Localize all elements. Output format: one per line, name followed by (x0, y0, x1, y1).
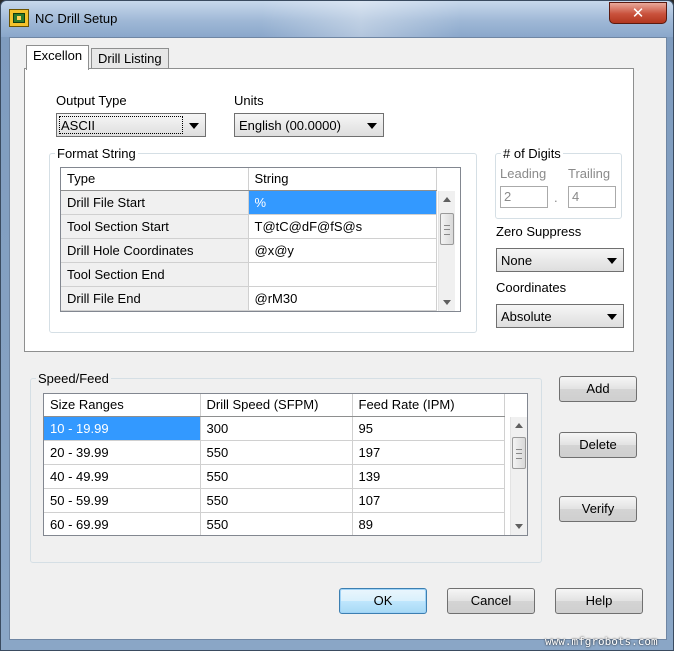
zero-suppress-select[interactable]: None (496, 248, 624, 272)
output-type-label: Output Type (56, 93, 127, 108)
format-grid-scrollbar[interactable] (438, 191, 455, 311)
row-string[interactable] (248, 262, 437, 287)
units-select[interactable]: English (00.0000) (234, 113, 384, 137)
table-row[interactable]: Tool Section End (61, 262, 437, 287)
add-button[interactable]: Add (559, 376, 637, 402)
zero-suppress-label: Zero Suppress (496, 224, 582, 239)
close-button[interactable]: ✕ (609, 2, 667, 24)
cell-speed[interactable]: 300 (200, 416, 353, 441)
chevron-down-icon (367, 123, 377, 129)
column-header-drill-speed[interactable]: Drill Speed (SFPM) (200, 394, 353, 417)
leading-label: Leading (500, 166, 547, 181)
format-string-title: Format String (55, 146, 138, 161)
cell-speed[interactable]: 550 (200, 440, 353, 465)
watermark-text: www.mfgrobots.com (545, 635, 658, 648)
coordinates-value: Absolute (501, 309, 552, 324)
scroll-up-icon[interactable] (515, 423, 523, 428)
scroll-thumb[interactable] (440, 213, 454, 245)
units-value: English (00.0000) (239, 118, 341, 133)
zero-suppress-value: None (501, 253, 533, 268)
digits-title: # of Digits (501, 146, 563, 161)
row-type[interactable]: Drill File Start (61, 190, 249, 215)
chevron-down-icon (607, 314, 617, 320)
chevron-down-icon (189, 123, 199, 129)
window-title: NC Drill Setup (35, 11, 118, 26)
dialog-window: NC Drill Setup ✕ Excellon Drill Listing … (0, 0, 674, 651)
table-row[interactable]: Drill Hole Coordinates @x@y (61, 238, 437, 263)
cell-size[interactable]: 50 - 59.99 (44, 488, 201, 513)
scroll-thumb[interactable] (512, 437, 526, 469)
coordinates-select[interactable]: Absolute (496, 304, 624, 328)
column-header-size-ranges[interactable]: Size Ranges (44, 394, 201, 417)
table-row[interactable]: 10 - 19.99 300 95 (44, 416, 505, 441)
ok-button[interactable]: OK (339, 588, 427, 614)
cell-feed[interactable]: 95 (352, 416, 505, 441)
scroll-down-icon[interactable] (443, 300, 451, 305)
chevron-down-icon (607, 258, 617, 264)
units-label: Units (234, 93, 264, 108)
table-row[interactable]: 20 - 39.99 550 197 (44, 440, 505, 465)
row-string[interactable]: @rM30 (248, 286, 437, 311)
scroll-down-icon[interactable] (515, 524, 523, 529)
title-bar[interactable]: NC Drill Setup ✕ (1, 1, 673, 37)
excellon-panel: Output Type ASCII Units English (00.0000… (24, 68, 634, 352)
cell-feed[interactable]: 139 (352, 464, 505, 489)
column-header-feed-rate[interactable]: Feed Rate (IPM) (352, 394, 505, 417)
table-row[interactable]: 40 - 49.99 550 139 (44, 464, 505, 489)
table-row[interactable]: Tool Section Start T@tC@dF@fS@s (61, 214, 437, 239)
row-string[interactable]: @x@y (248, 238, 437, 263)
app-chip-icon (9, 9, 29, 27)
cell-feed[interactable]: 107 (352, 488, 505, 513)
format-string-grid[interactable]: Type String Drill File Start % Tool Sect… (60, 167, 461, 312)
verify-button[interactable]: Verify (559, 496, 637, 522)
row-type[interactable]: Tool Section Start (61, 214, 249, 239)
output-type-select[interactable]: ASCII (56, 113, 206, 137)
cell-speed[interactable]: 550 (200, 512, 353, 535)
coordinates-label: Coordinates (496, 280, 567, 295)
row-string[interactable]: % (248, 190, 437, 215)
table-row[interactable]: Drill File End @rM30 (61, 286, 437, 311)
dialog-body: Excellon Drill Listing Output Type ASCII… (9, 37, 667, 640)
table-row[interactable]: Drill File Start % (61, 190, 437, 215)
cell-size[interactable]: 20 - 39.99 (44, 440, 201, 465)
row-type[interactable]: Drill Hole Coordinates (61, 238, 249, 263)
scroll-up-icon[interactable] (443, 197, 451, 202)
column-header-string[interactable]: String (248, 168, 437, 191)
row-string[interactable]: T@tC@dF@fS@s (248, 214, 437, 239)
delete-button[interactable]: Delete (559, 432, 637, 458)
row-type[interactable]: Drill File End (61, 286, 249, 311)
cancel-button[interactable]: Cancel (447, 588, 535, 614)
cell-feed[interactable]: 89 (352, 512, 505, 535)
leading-digits-field[interactable]: 2 (500, 186, 548, 208)
speed-feed-grid[interactable]: Size Ranges Drill Speed (SFPM) Feed Rate… (43, 393, 528, 536)
tab-drill-listing[interactable]: Drill Listing (91, 48, 169, 70)
cell-size[interactable]: 40 - 49.99 (44, 464, 201, 489)
column-header-type[interactable]: Type (61, 168, 249, 191)
tab-excellon[interactable]: Excellon (26, 45, 90, 70)
help-button[interactable]: Help (555, 588, 643, 614)
output-type-value: ASCII (61, 118, 95, 133)
digits-separator: . (554, 190, 558, 205)
speed-feed-scrollbar[interactable] (510, 417, 527, 535)
trailing-digits-field[interactable]: 4 (568, 186, 616, 208)
cell-speed[interactable]: 550 (200, 488, 353, 513)
cell-speed[interactable]: 550 (200, 464, 353, 489)
trailing-label: Trailing (568, 166, 611, 181)
speed-feed-title: Speed/Feed (36, 371, 111, 386)
table-row[interactable]: 60 - 69.99 550 89 (44, 512, 505, 535)
cell-size[interactable]: 10 - 19.99 (44, 416, 201, 441)
cell-feed[interactable]: 197 (352, 440, 505, 465)
table-row[interactable]: 50 - 59.99 550 107 (44, 488, 505, 513)
row-type[interactable]: Tool Section End (61, 262, 249, 287)
cell-size[interactable]: 60 - 69.99 (44, 512, 201, 535)
